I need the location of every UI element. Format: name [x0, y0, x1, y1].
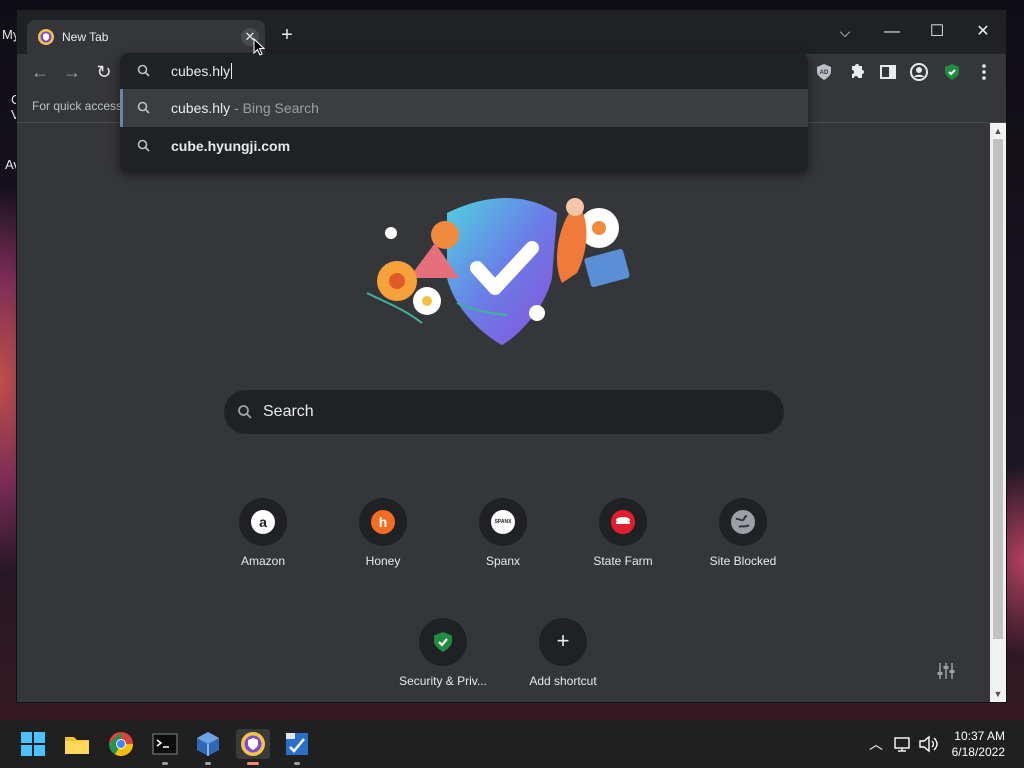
suggestion-item[interactable]: cubes.hly - Bing Search — [120, 89, 808, 127]
scrollbar-thumb[interactable] — [993, 139, 1003, 639]
shortcut-label: Honey — [365, 554, 401, 568]
spanx-icon: SPANX — [491, 510, 515, 534]
shortcut-tile[interactable]: SPANX Spanx — [447, 498, 559, 598]
shortcut-icon-circle — [419, 618, 467, 666]
shortcut-tile[interactable]: State Farm — [567, 498, 679, 598]
chrome-icon[interactable] — [106, 729, 136, 759]
search-icon — [238, 405, 252, 419]
shortcut-label: Security & Priv... — [399, 674, 487, 688]
shortcut-tile[interactable]: a Amazon — [207, 498, 319, 598]
shortcut-label: Amazon — [240, 554, 286, 568]
menu-icon[interactable] — [972, 60, 996, 84]
security-shield-icon[interactable] — [940, 60, 964, 84]
new-tab-button[interactable]: + — [275, 24, 299, 48]
ntp-search-box[interactable]: Search — [224, 390, 784, 434]
profile-icon[interactable] — [907, 60, 931, 84]
search-icon — [137, 139, 150, 152]
show-hidden-icons-icon[interactable]: ︿ — [866, 734, 886, 754]
clock-date[interactable]: 6/18/2022 — [940, 745, 1005, 759]
secure-browser-icon — [38, 29, 54, 45]
running-indicator — [205, 762, 211, 765]
virtualbox-app[interactable] — [193, 729, 223, 765]
secure-browser-icon — [241, 732, 265, 756]
tab-title: New Tab — [62, 30, 109, 44]
address-bar[interactable]: cubes.hly — [120, 53, 808, 89]
shortcut-icon-circle — [719, 498, 767, 546]
address-input-value[interactable]: cubes.hly — [171, 63, 230, 79]
omnibox-dropdown: cubes.hly cubes.hly - Bing Search cube.h… — [120, 53, 808, 171]
mouse-cursor-icon — [253, 38, 265, 56]
new-tab-page: Search a Amazon h Honey SPANX Spanx State Farm… — [17, 123, 990, 702]
add-shortcut-button[interactable]: + Add shortcut — [507, 618, 619, 718]
taskbar: ︿ 10:37 AM 6/18/2022 — [0, 720, 1024, 768]
shortcut-label: Site Blocked — [709, 554, 777, 568]
shortcut-icon-circle — [599, 498, 647, 546]
scroll-down-icon[interactable]: ▼ — [990, 687, 1006, 701]
shortcut-icon-circle: a — [239, 498, 287, 546]
shortcut-icon-circle: SPANX — [479, 498, 527, 546]
state-farm-icon — [611, 510, 635, 534]
shield-check-icon — [431, 630, 455, 654]
search-icon — [137, 101, 150, 114]
side-panel-icon[interactable] — [876, 60, 900, 84]
search-icon — [137, 64, 150, 77]
address-input: cubes.hly — [171, 63, 233, 79]
shortcut-icon-circle: h — [359, 498, 407, 546]
file-explorer-icon[interactable] — [62, 729, 92, 759]
suggestion-text: cube.hyungji.com — [171, 138, 291, 154]
virtualbox-icon — [197, 732, 219, 756]
running-indicator — [162, 762, 168, 765]
customize-icon[interactable] — [934, 659, 958, 683]
honey-icon: h — [371, 510, 395, 534]
suggestion-text: cubes.hly — [171, 100, 231, 116]
windows-start-icon[interactable] — [18, 729, 48, 759]
svg-text:AD: AD — [820, 70, 829, 76]
back-icon[interactable]: ← — [28, 60, 52, 84]
close-window-icon[interactable]: ✕ — [969, 18, 997, 46]
shortcut-tile[interactable]: Security & Priv... — [387, 618, 499, 718]
search-placeholder: Search — [263, 403, 314, 420]
forward-icon[interactable]: → — [60, 60, 84, 84]
suggestion-source: - Bing Search — [230, 100, 319, 116]
active-indicator — [247, 762, 259, 765]
terminal-app[interactable] — [150, 729, 180, 765]
shortcut-label: State Farm — [593, 554, 653, 568]
security-illustration — [366, 198, 630, 345]
extensions-icon[interactable] — [844, 60, 868, 84]
tab-search-dropdown-icon[interactable]: ⌵ — [831, 18, 859, 46]
bookmarks-hint: For quick access, — [32, 99, 126, 113]
shortcut-tile[interactable]: h Honey — [327, 498, 439, 598]
clock-time[interactable]: 10:37 AM — [940, 729, 1005, 743]
plus-icon: + — [551, 630, 575, 654]
maximize-icon[interactable]: ☐ — [923, 18, 951, 46]
title-bar: New Tab ✕ + ⌵ — ☐ ✕ — [17, 10, 1006, 54]
text-caret — [231, 63, 233, 79]
suggestion-item[interactable]: cube.hyungji.com — [120, 127, 808, 165]
shortcut-label: Spanx — [485, 554, 521, 568]
amazon-icon: a — [251, 510, 275, 534]
tab-new-tab[interactable]: New Tab ✕ — [27, 20, 265, 54]
shortcut-tile[interactable]: Site Blocked — [687, 498, 799, 598]
scroll-up-icon[interactable]: ▲ — [990, 124, 1006, 138]
scrollbar[interactable]: ▲ ▼ — [990, 123, 1006, 702]
ad-block-icon[interactable]: AD — [812, 60, 836, 84]
volume-icon[interactable] — [918, 735, 938, 753]
ccleaner-icon — [286, 733, 308, 755]
network-icon[interactable] — [893, 735, 913, 753]
globe-icon — [731, 510, 755, 534]
secure-browser-app[interactable] — [236, 729, 270, 765]
reload-icon[interactable]: ↻ — [92, 60, 116, 84]
terminal-icon — [152, 733, 178, 755]
shortcut-label: Add shortcut — [529, 674, 597, 688]
shortcut-icon-circle: + — [539, 618, 587, 666]
ccleaner-app[interactable] — [282, 729, 312, 765]
running-indicator — [294, 762, 300, 765]
minimize-icon[interactable]: — — [878, 18, 906, 46]
